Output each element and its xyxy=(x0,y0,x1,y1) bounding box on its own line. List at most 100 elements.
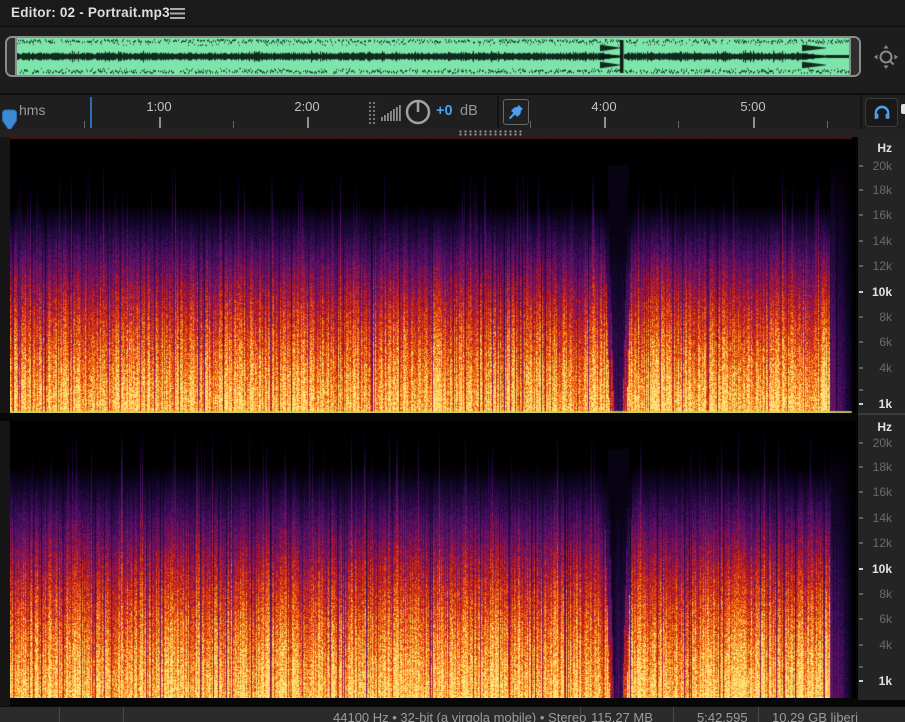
freq-label-10k: 10k xyxy=(871,285,892,299)
freq-tick xyxy=(859,517,863,519)
title-bar: Editor: 02 - Portrait.mp3 xyxy=(0,0,905,27)
ruler-time-label: 1:00 xyxy=(146,99,172,114)
freq-label-hz: Hz xyxy=(877,420,892,434)
headphone-button[interactable] xyxy=(865,98,898,127)
freq-label-hz: Hz xyxy=(877,141,892,155)
status-divider xyxy=(123,707,124,722)
gain-unit-label: dB xyxy=(460,103,478,119)
freq-label-16k: 16k xyxy=(872,208,892,222)
freq-label-18k: 18k xyxy=(872,183,892,197)
gain-value[interactable]: +0 xyxy=(436,103,453,119)
freq-tick xyxy=(859,680,863,682)
ruler-minor-tick xyxy=(233,121,234,128)
hud-drag-handle[interactable] xyxy=(368,101,377,125)
freq-label-6k: 6k xyxy=(879,335,892,349)
overview-left-handle[interactable] xyxy=(7,38,17,75)
ruler-minor-tick xyxy=(530,121,531,128)
spectrogram-left-channel[interactable] xyxy=(10,137,856,413)
freq-tick xyxy=(859,466,863,468)
freq-tick xyxy=(859,165,863,167)
freq-label-20k: 20k xyxy=(872,159,892,173)
overview-right-handle[interactable] xyxy=(849,38,859,75)
freq-tick xyxy=(859,341,863,343)
status-bar: 44100 Hz • 32-bit (a virgola mobile) • S… xyxy=(0,706,905,722)
freq-tick xyxy=(859,316,863,318)
freq-tick xyxy=(859,367,863,369)
freq-tick xyxy=(859,265,863,267)
freq-label-18k: 18k xyxy=(872,460,892,474)
app-window: Editor: 02 - Portrait.mp3 hms +0 dB 1:00… xyxy=(0,0,905,722)
freq-tick xyxy=(859,618,863,620)
marker-line xyxy=(90,97,92,128)
freq-tick xyxy=(859,240,863,242)
freq-label-1k: 1k xyxy=(878,674,892,688)
divider-grip-handle[interactable] xyxy=(458,130,522,136)
signal-bars-icon xyxy=(381,103,402,126)
freq-tick xyxy=(859,491,863,493)
freq-tick xyxy=(859,189,863,191)
freq-label-10k: 10k xyxy=(871,562,892,576)
ruler-minor-tick xyxy=(84,121,85,128)
freq-tick xyxy=(859,214,863,216)
status-free-space: 10,29 GB liberi xyxy=(772,710,858,722)
time-ruler[interactable]: hms +0 dB 1:00 2:00 4:00 5:00 xyxy=(0,95,905,132)
gain-knob-icon[interactable] xyxy=(404,98,432,126)
hud-divider xyxy=(497,96,499,128)
status-divider xyxy=(673,707,674,722)
axis-separator xyxy=(858,413,905,415)
ruler-major-tick xyxy=(604,117,606,128)
ruler-right-divider xyxy=(860,95,862,129)
freq-label-1k: 1k xyxy=(878,397,892,411)
frequency-axis-bottom: Hz 20k 18k 16k 14k 12k 10k 8k 6k 4k 1k xyxy=(858,420,905,700)
freq-tick xyxy=(859,403,863,405)
freq-label-12k: 12k xyxy=(872,259,892,273)
freq-tick xyxy=(859,644,863,646)
ruler-minor-tick xyxy=(678,121,679,128)
freq-label-12k: 12k xyxy=(872,536,892,550)
freq-label-8k: 8k xyxy=(879,310,892,324)
pin-button[interactable] xyxy=(503,99,529,125)
frequency-axis-top: Hz 20k 18k 16k 14k 12k 10k 8k 6k 4k 1k xyxy=(858,137,905,413)
ruler-time-label: 5:00 xyxy=(740,99,766,114)
hamburger-icon[interactable] xyxy=(170,7,185,20)
frequency-axis: Hz 20k 18k 16k 14k 12k 10k 8k 6k 4k 1k Hz 20k 18k 16k… xyxy=(856,137,905,700)
freq-tick xyxy=(859,291,863,293)
freq-tick xyxy=(859,442,863,444)
ruler-major-tick xyxy=(307,117,309,128)
spectrogram-right-channel[interactable] xyxy=(10,421,856,698)
ruler-major-tick xyxy=(159,117,161,128)
freq-label-20k: 20k xyxy=(872,436,892,450)
channel-gap xyxy=(0,413,856,421)
overview-zone xyxy=(0,27,905,95)
ruler-minor-tick xyxy=(827,121,828,128)
playhead-line xyxy=(9,129,11,137)
freq-label-4k: 4k xyxy=(879,638,892,652)
overview-waveform[interactable] xyxy=(17,38,849,75)
ruler-time-label: 4:00 xyxy=(591,99,617,114)
clipped-edge-control xyxy=(901,104,905,114)
freq-tick xyxy=(859,568,863,570)
status-file-size: 115,27 MB xyxy=(591,710,653,722)
freq-label-16k: 16k xyxy=(872,485,892,499)
panel-divider[interactable] xyxy=(0,129,905,137)
time-format-label[interactable]: hms xyxy=(19,102,45,118)
freq-tick xyxy=(859,389,863,391)
left-gutter xyxy=(0,137,10,706)
freq-label-4k: 4k xyxy=(879,361,892,375)
spectral-display: Hz 20k 18k 16k 14k 12k 10k 8k 6k 4k 1k Hz 20k 18k 16k… xyxy=(0,137,905,706)
ruler-time-label: 2:00 xyxy=(294,99,320,114)
freq-label-14k: 14k xyxy=(872,234,892,248)
status-format-info: 44100 Hz • 32-bit (a virgola mobile) • S… xyxy=(333,710,587,722)
overview-strip[interactable] xyxy=(5,36,861,77)
freq-tick xyxy=(859,666,863,668)
freq-tick xyxy=(859,593,863,595)
magnifier-with-arrows-icon[interactable] xyxy=(872,43,902,73)
freq-label-8k: 8k xyxy=(879,587,892,601)
page-title: Editor: 02 - Portrait.mp3 xyxy=(11,5,170,20)
ruler-major-tick xyxy=(753,117,755,128)
freq-label-14k: 14k xyxy=(872,511,892,525)
status-divider xyxy=(758,707,759,722)
freq-label-6k: 6k xyxy=(879,612,892,626)
status-duration: 5:42,595 xyxy=(697,710,748,722)
freq-tick xyxy=(859,542,863,544)
